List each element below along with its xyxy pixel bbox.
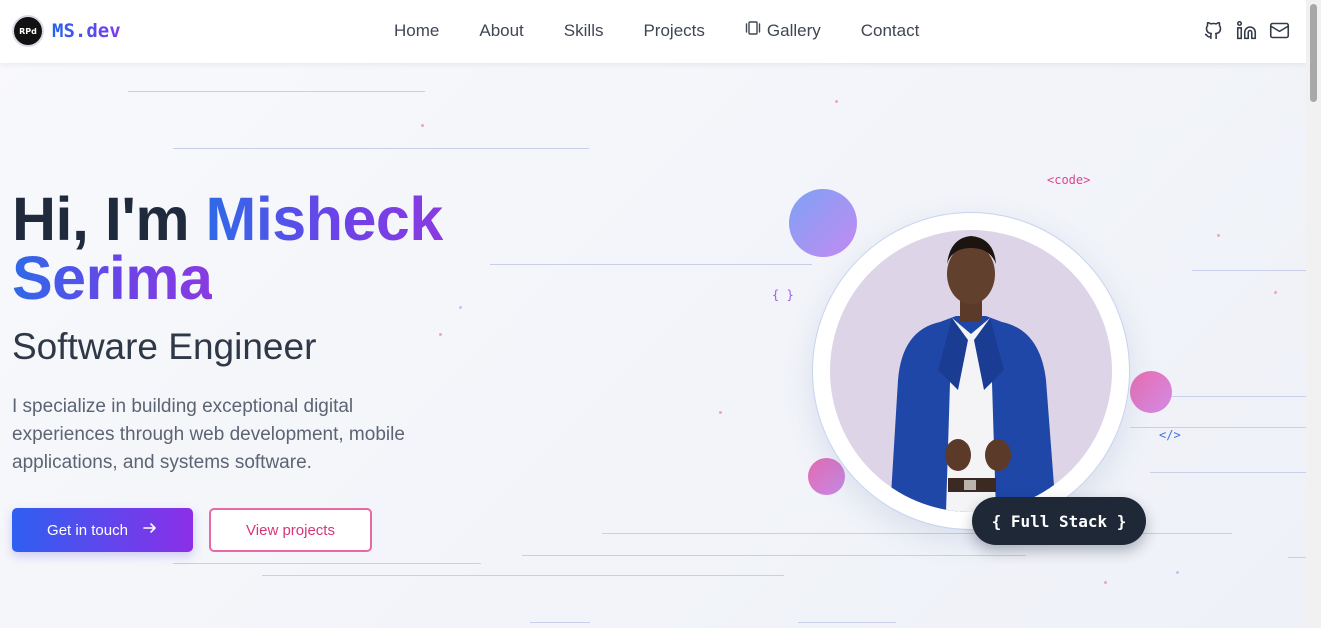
decor-line	[173, 148, 589, 149]
linkedin-icon[interactable]	[1236, 20, 1257, 46]
main-nav: Home About Skills Projects Gallery Conta…	[394, 20, 919, 41]
mail-icon[interactable]	[1269, 20, 1290, 46]
nav-item-contact[interactable]: Contact	[861, 20, 920, 41]
hero-role: Software Engineer	[12, 326, 317, 367]
logo-text: RPd	[19, 26, 37, 36]
nav-item-gallery[interactable]: Gallery	[745, 20, 821, 41]
decor-line	[1288, 557, 1306, 558]
decor-line	[173, 563, 481, 564]
decor-bubble	[789, 189, 857, 257]
page-scrollbar[interactable]	[1306, 0, 1321, 628]
nav-item-label: Skills	[563, 20, 604, 40]
decor-line	[1150, 472, 1306, 473]
hero-title: Hi, I'm Misheck Serima	[12, 189, 443, 309]
code-tag-decoration: <code>	[1047, 173, 1091, 187]
decor-line	[530, 622, 590, 623]
decor-dot	[719, 411, 722, 414]
decor-bubble	[1130, 371, 1172, 413]
decor-line	[262, 575, 784, 576]
decor-dot	[1217, 234, 1220, 237]
hero-last-name: Serima	[12, 244, 213, 312]
scrollbar-thumb[interactable]	[1310, 4, 1317, 102]
hero-greeting: Hi, I'm	[12, 185, 190, 253]
nav-item-label: Home	[394, 20, 440, 40]
nav-item-about[interactable]: About	[479, 20, 523, 41]
decor-dot	[1104, 581, 1107, 584]
nav-item-home[interactable]: Home	[394, 20, 439, 41]
get-in-touch-button[interactable]: Get in touch	[12, 508, 193, 552]
decor-line	[490, 264, 812, 265]
get-in-touch-label: Get in touch	[47, 521, 128, 539]
navbar: RPd MS.dev Home About Skills Projects Ga…	[0, 0, 1306, 63]
decor-dot	[439, 333, 442, 336]
decor-dot	[459, 306, 462, 309]
full-stack-badge: { Full Stack }	[972, 497, 1146, 545]
logo: RPd	[12, 15, 44, 47]
gallery-icon	[745, 20, 761, 41]
view-projects-label: View projects	[246, 521, 335, 539]
person-portrait	[890, 236, 1056, 512]
nav-item-label: Gallery	[766, 20, 821, 40]
decor-dot	[421, 124, 424, 127]
decor-bubble	[808, 458, 845, 495]
nav-item-skills[interactable]: Skills	[564, 20, 604, 41]
slash-tag-decoration: </>	[1159, 428, 1181, 442]
decor-line	[1192, 270, 1306, 271]
decor-line	[1130, 427, 1306, 428]
decor-line	[522, 555, 1026, 556]
hero-first-name: Misheck	[205, 185, 444, 253]
social-links	[1203, 20, 1290, 46]
nav-item-label: Projects	[643, 20, 705, 40]
decor-dot	[835, 100, 838, 103]
github-icon[interactable]	[1203, 20, 1224, 46]
brand-name: MS.dev	[52, 20, 121, 42]
decor-dot	[1176, 571, 1179, 574]
hero-description: I specialize in building exceptional dig…	[12, 396, 405, 473]
profile-photo	[830, 230, 1112, 512]
brand[interactable]: RPd MS.dev	[12, 15, 121, 47]
decor-line	[128, 91, 425, 92]
decor-line	[1160, 396, 1306, 397]
decor-dot	[1274, 291, 1277, 294]
view-projects-button[interactable]: View projects	[209, 508, 372, 552]
arrow-right-icon	[142, 520, 158, 540]
decor-line	[798, 622, 896, 623]
nav-item-projects[interactable]: Projects	[643, 20, 704, 41]
nav-item-label: About	[479, 20, 524, 40]
braces-decoration: { }	[772, 288, 794, 302]
nav-item-label: Contact	[860, 20, 920, 40]
page: Hi, I'm Misheck Serima Software Engineer…	[0, 0, 1306, 628]
